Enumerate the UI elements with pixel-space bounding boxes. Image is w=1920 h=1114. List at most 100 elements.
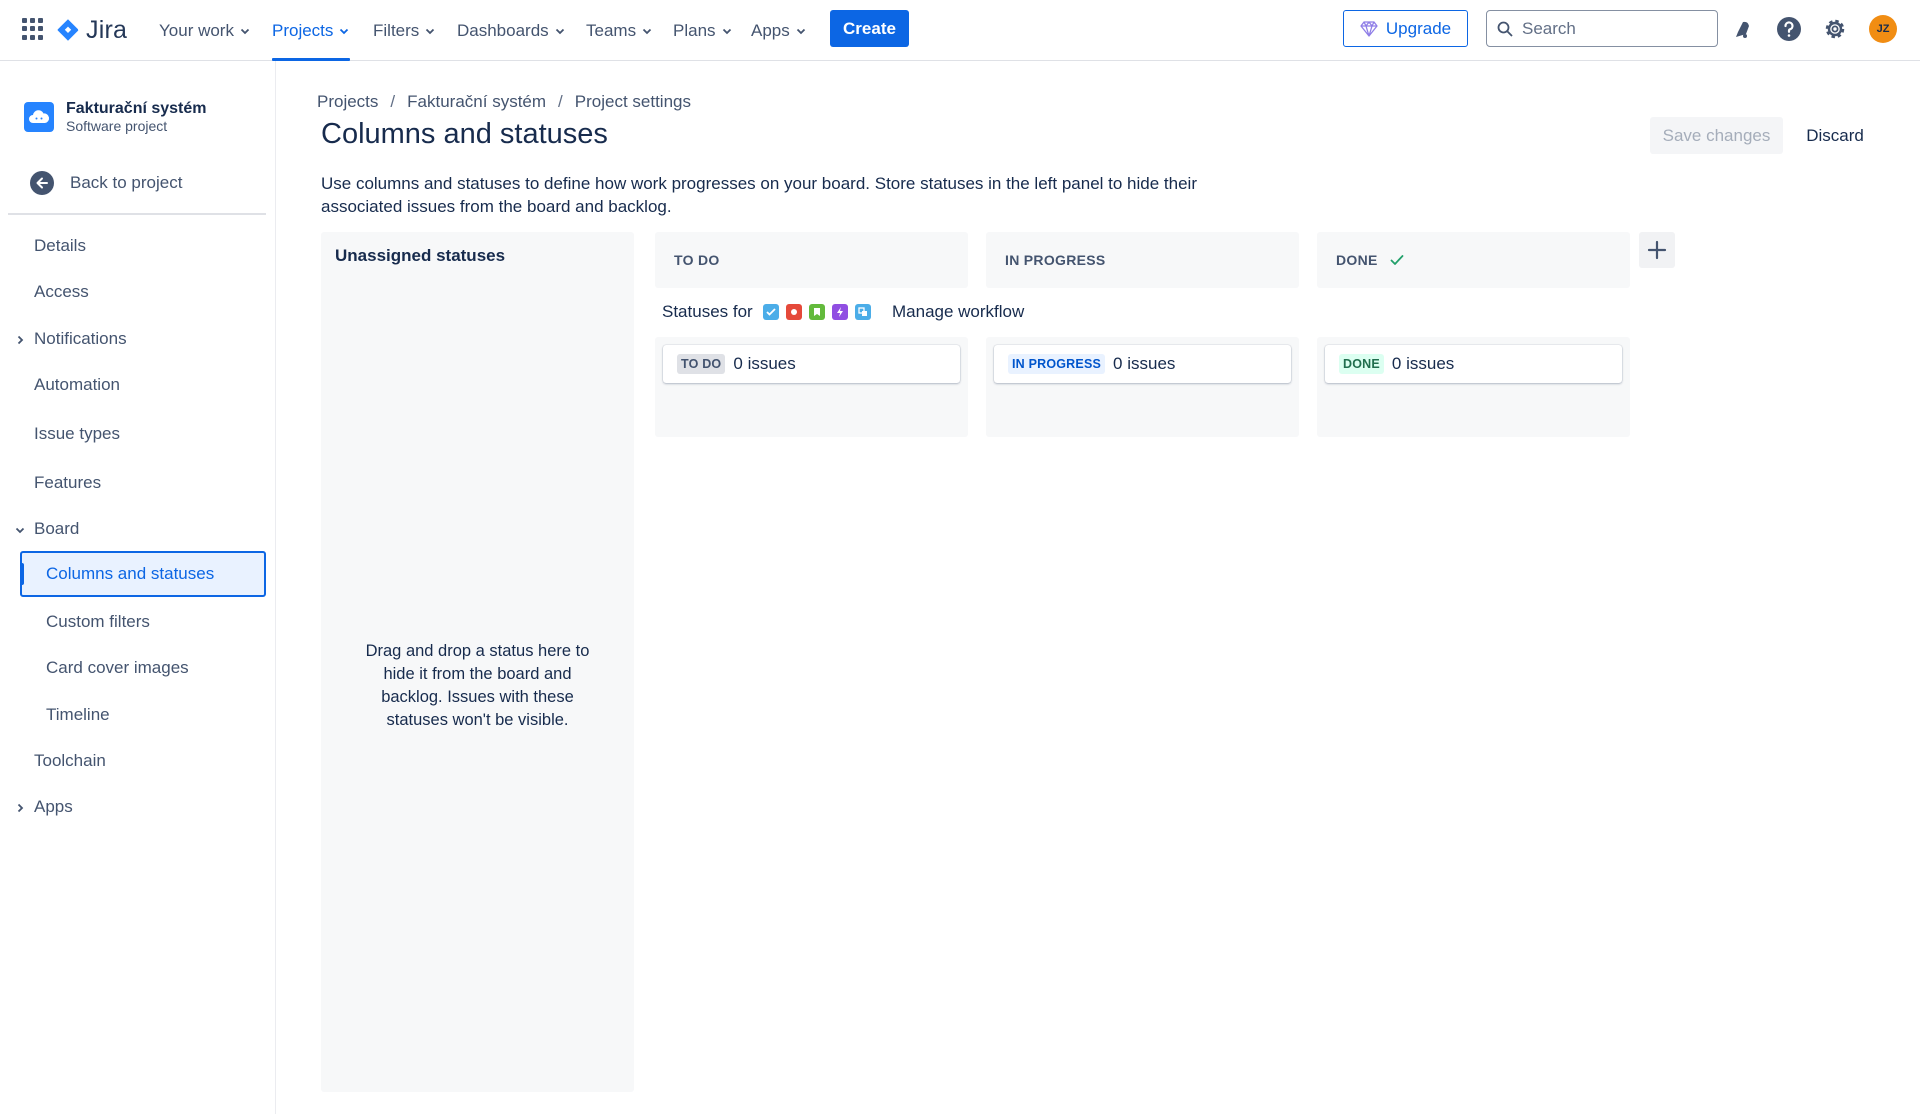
status-lozenge: TO DO [677, 354, 726, 374]
issue-count: 0 issues [1113, 354, 1176, 373]
breadcrumb-project-settings[interactable]: Project settings [575, 92, 691, 112]
column-title: TO DO [674, 252, 720, 268]
top-navigation: Jira Your work Projects Filters Dashboar… [0, 0, 1920, 61]
save-changes-button[interactable]: Save changes [1650, 117, 1783, 154]
column-title: DONE [1336, 252, 1378, 268]
nav-apps-label: Apps [751, 20, 790, 40]
nav-projects-label: Projects [272, 20, 334, 40]
notifications-icon[interactable] [1728, 14, 1758, 44]
nav-apps[interactable]: Apps [751, 0, 807, 61]
nav-plans-label: Plans [673, 20, 716, 40]
chevron-down-icon[interactable] [14, 524, 26, 536]
status-card-done[interactable]: DONE 0 issues [1325, 345, 1622, 383]
chevron-down-icon [555, 28, 564, 34]
manage-workflow-link[interactable]: Manage workflow [892, 302, 1024, 322]
unassigned-statuses-panel[interactable]: Unassigned statuses Drag and drop a stat… [321, 232, 634, 1092]
sidebar-item-access[interactable]: Access [34, 280, 89, 304]
sidebar-item-custom-filters[interactable]: Custom filters [46, 610, 150, 634]
sidebar-item-board[interactable]: Board [34, 517, 79, 541]
project-cloud-icon [24, 102, 54, 132]
unassigned-statuses-title: Unassigned statuses [335, 246, 506, 265]
upgrade-label: Upgrade [1385, 18, 1452, 38]
sidebar-item-card-cover-images[interactable]: Card cover images [46, 656, 189, 680]
sidebar-item-apps[interactable]: Apps [34, 795, 73, 819]
breadcrumb-project[interactable]: Fakturační systém [407, 92, 546, 112]
breadcrumb-projects[interactable]: Projects [317, 92, 378, 112]
column-body-todo[interactable]: TO DO 0 issues [655, 337, 968, 437]
chevron-right-icon[interactable] [14, 802, 26, 814]
jira-logo-icon [57, 19, 79, 41]
nav-filters[interactable]: Filters [373, 0, 436, 61]
search-input[interactable]: Search [1486, 10, 1718, 47]
page-description: Use columns and statuses to define how w… [321, 174, 1197, 216]
column-body-done[interactable]: DONE 0 issues [1317, 337, 1630, 437]
upgrade-button[interactable]: Upgrade [1343, 10, 1468, 47]
subtask-icon [854, 304, 871, 320]
back-to-project-label: Back to project [70, 173, 183, 192]
sidebar-item-issue-types[interactable]: Issue types [34, 422, 120, 446]
column-body-in-progress[interactable]: IN PROGRESS 0 issues [986, 337, 1299, 437]
nav-filters-label: Filters [373, 20, 420, 40]
sidebar-item-notifications[interactable]: Notifications [34, 327, 127, 351]
nav-your-work[interactable]: Your work [159, 0, 251, 61]
task-icon [762, 304, 779, 320]
nav-projects[interactable]: Projects [272, 0, 351, 61]
nav-dashboards-label: Dashboards [457, 20, 549, 40]
column-header-in-progress[interactable]: IN PROGRESS [986, 232, 1299, 288]
unassigned-statuses-hint: Drag and drop a status here to hide it f… [365, 642, 590, 729]
column-title: IN PROGRESS [1005, 252, 1106, 268]
breadcrumb-separator: / [558, 92, 563, 111]
settings-gear-icon[interactable] [1820, 14, 1850, 44]
nav-teams-label: Teams [586, 20, 637, 40]
statuses-for-row: Statuses for [662, 302, 871, 322]
issue-count: 0 issues [1391, 354, 1455, 373]
column-header-done[interactable]: DONE [1317, 232, 1630, 288]
epic-icon [831, 304, 848, 320]
status-card-in-progress[interactable]: IN PROGRESS 0 issues [994, 345, 1291, 383]
nav-plans[interactable]: Plans [673, 0, 733, 61]
story-icon [808, 304, 825, 320]
chevron-down-icon [722, 28, 731, 34]
sidebar-item-columns-and-statuses[interactable]: Columns and statuses [20, 551, 266, 597]
chevron-down-icon [340, 28, 349, 34]
breadcrumb: Projects / Fakturační systém / Project s… [317, 92, 691, 112]
chevron-down-icon [240, 28, 250, 34]
nav-dashboards[interactable]: Dashboards [457, 0, 566, 61]
jira-logo[interactable]: Jira [56, 14, 127, 46]
project-header[interactable]: Fakturační systém Software project [24, 99, 207, 135]
sidebar-item-automation[interactable]: Automation [34, 373, 120, 397]
help-icon[interactable] [1774, 14, 1804, 44]
project-type: Software project [66, 118, 168, 134]
chevron-down-icon [796, 28, 805, 34]
bug-icon [785, 304, 802, 320]
chevron-down-icon [642, 28, 652, 34]
project-name: Fakturační systém [66, 100, 207, 117]
sidebar-divider [8, 213, 266, 215]
statuses-for-label: Statuses for [662, 302, 753, 321]
sidebar-item-columns-and-statuses-label: Columns and statuses [46, 564, 215, 583]
create-button[interactable]: Create [830, 10, 909, 47]
issue-count: 0 issues [733, 354, 796, 373]
back-to-project-link[interactable]: Back to project [30, 171, 182, 195]
sidebar-item-toolchain[interactable]: Toolchain [34, 749, 106, 773]
status-card-todo[interactable]: TO DO 0 issues [663, 345, 960, 383]
chevron-right-icon[interactable] [14, 334, 26, 346]
search-icon [1497, 21, 1513, 37]
plus-icon [1647, 240, 1667, 260]
status-lozenge: DONE [1339, 354, 1384, 374]
nav-your-work-label: Your work [159, 20, 234, 40]
add-column-button[interactable] [1639, 232, 1675, 268]
jira-logo-text: Jira [86, 15, 128, 44]
arrow-left-icon [30, 171, 54, 195]
column-header-todo[interactable]: TO DO [655, 232, 968, 288]
breadcrumb-separator: / [390, 92, 396, 111]
nav-teams[interactable]: Teams [586, 0, 653, 61]
discard-button[interactable]: Discard [1795, 117, 1875, 154]
sidebar-item-timeline[interactable]: Timeline [46, 703, 110, 727]
status-lozenge: IN PROGRESS [1008, 354, 1106, 374]
user-avatar[interactable]: JZ [1869, 15, 1897, 43]
app-switcher-icon[interactable] [22, 18, 44, 40]
sidebar-item-details[interactable]: Details [34, 234, 86, 258]
gem-icon [1360, 20, 1378, 37]
sidebar-item-features[interactable]: Features [34, 471, 101, 495]
